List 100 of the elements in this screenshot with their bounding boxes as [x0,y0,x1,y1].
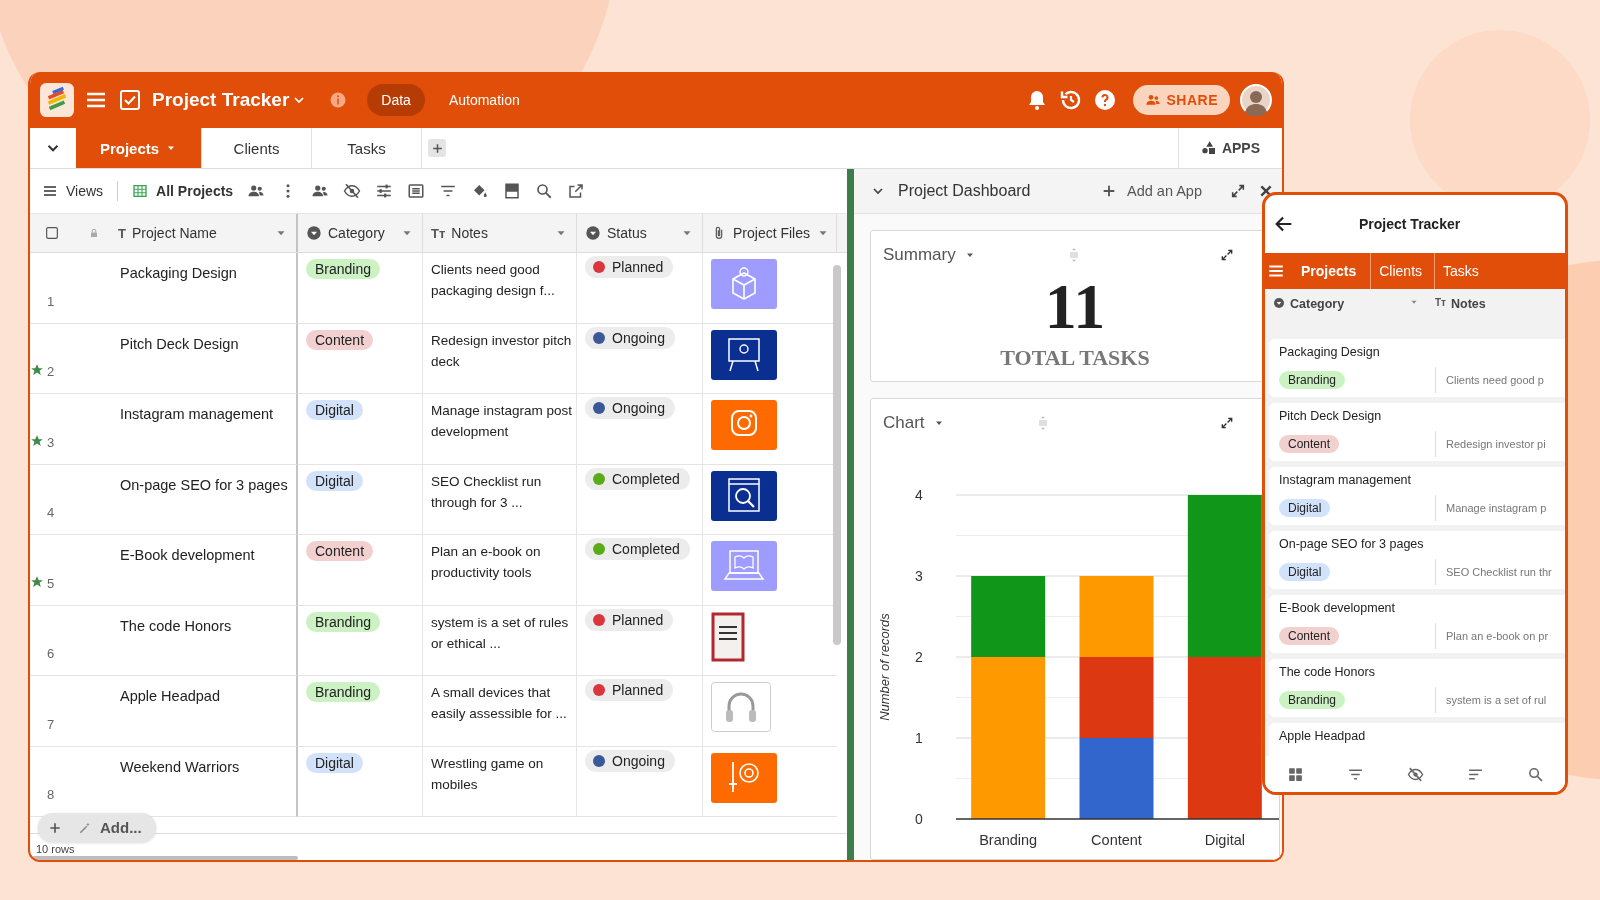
axis-title: Number of records [877,613,892,721]
record-card[interactable]: On-page SEO for 3 pages Digital SEO Checklist run thr [1269,531,1565,589]
column-header[interactable]: Category [298,214,423,252]
grid-icon[interactable] [1286,765,1304,783]
search-icon[interactable] [535,182,554,200]
search-icon[interactable] [1526,765,1544,783]
record-card[interactable]: Packaging Design Branding Clients need good p [1269,339,1565,397]
table-tab[interactable]: Projects [76,128,202,168]
camera-thumbnail[interactable] [711,400,777,450]
axis-tick-label: 4 [915,487,923,503]
scrollbar[interactable] [30,856,298,860]
avatar[interactable] [1240,84,1272,116]
record-card[interactable]: Pitch Deck Design Content Redesign investor pi [1269,403,1565,461]
checkbox-icon[interactable] [44,225,60,241]
category-tag: Branding [306,259,381,279]
record-card[interactable]: Apple Headpad [1269,723,1565,756]
add-app-button[interactable]: Add an App [1101,183,1202,199]
table-cell: Manage instagram post development [423,394,577,465]
axis-tick-label: 0 [915,811,923,827]
table-cell: Apple Headpad [110,676,298,747]
book-cover-thumbnail[interactable] [711,611,745,662]
add-tab-button[interactable] [428,139,446,157]
record-title: The code Honors [1279,665,1376,679]
status-label: Planned [612,259,664,275]
summary-label: TOTAL TASKS [999,345,1151,371]
table-cell: Pitch Deck Design [110,323,298,394]
table-cell: Wrestling game on mobiles [423,746,577,817]
record-title: Apple Headpad [1279,729,1367,743]
add-record-button[interactable]: Add... [38,813,156,842]
row-height-icon[interactable] [503,182,522,200]
mobile-tab[interactable]: Tasks [1435,253,1491,289]
category-tag: Branding [306,611,381,632]
record-notes: Clients need good p [1445,374,1544,386]
column-header[interactable]: Project Files [703,214,837,252]
expand-icon[interactable] [1220,248,1234,262]
hide-icon[interactable] [1406,765,1424,783]
plus-icon [430,141,444,155]
table-cell: Redesign investor pitch deck [423,323,577,394]
table-cell: On-page SEO for 3 pages [110,464,298,535]
field-type-icon [1273,297,1285,309]
views-button[interactable]: Views [42,183,104,199]
view-selector[interactable]: All Projects [132,183,234,199]
record-title: On-page SEO for 3 pages [1279,537,1425,551]
expand-icon[interactable] [1230,183,1246,199]
widget-menu[interactable]: Chart [883,413,945,433]
axis-category-label: Digital [1204,832,1245,848]
app-title[interactable]: Project Tracker [152,89,308,111]
record-card[interactable]: The code Honors Branding system is a set of rul [1269,659,1565,717]
magnifier-thumbnail[interactable] [711,470,777,521]
column-header[interactable]: Category [1265,289,1427,339]
help-icon[interactable] [1093,88,1118,112]
table-cell: E-Book development [110,535,298,606]
menu-icon [42,183,58,199]
app-logo[interactable] [40,83,74,117]
field-type-icon: T [118,225,126,241]
nav-tab[interactable]: Automation [434,84,534,116]
status-label: Ongoing [612,752,665,769]
hide-icon[interactable] [343,182,362,200]
category-tag: Digital [306,470,363,491]
sliders-icon[interactable] [375,182,394,200]
people-icon [1145,92,1162,108]
expand-icon[interactable] [1220,416,1234,430]
list-icon[interactable] [407,182,426,200]
table-tab[interactable]: Clients [202,128,312,168]
checkbox-icon[interactable] [118,88,142,112]
column-header[interactable]: T Project Name [110,214,298,252]
record-notes: Redesign investor pi [1445,438,1546,450]
close-icon[interactable] [1258,183,1274,199]
column-title: Category [328,225,386,241]
field-type-icon: Tт [1435,297,1446,308]
column-title: Notes [451,225,489,241]
category-tag: Content [1279,627,1340,645]
nav-tab[interactable]: Data [367,84,425,116]
column-header[interactable]: Tт Notes [1427,289,1486,339]
apps-button[interactable]: APPS [1177,128,1282,168]
record-notes: Manage instagram p [1445,502,1547,514]
box-thumbnail[interactable] [711,259,777,309]
headphones-thumbnail[interactable] [711,682,771,732]
record-notes: Plan an e-book on pr [1445,630,1549,642]
sword-shield-thumbnail[interactable] [711,752,777,803]
laptop-book-thumbnail[interactable] [711,541,777,591]
table-cell: A small devices that easily assessible for ... [423,676,577,747]
record-card[interactable]: E-Book development Content Plan an e-book on pr [1269,595,1565,653]
star-icon[interactable] [30,574,44,589]
share-icon[interactable] [567,182,586,200]
star-icon[interactable] [30,433,44,448]
presentation-board-thumbnail[interactable] [711,329,777,380]
paint-bucket-icon[interactable] [471,182,490,200]
record-card[interactable]: Instagram management Digital Manage instagram p [1269,467,1565,525]
field-type-icon [306,225,322,241]
star-icon[interactable] [30,363,44,377]
category-tag: Branding [306,682,381,702]
column-header[interactable]: Tт Notes [423,214,577,252]
scrollbar[interactable] [833,265,841,645]
summary-value: 11 [1043,277,1107,337]
axis-category-label: Content [1091,832,1142,848]
column-header[interactable]: Status [577,214,703,252]
widget-menu[interactable]: Summary [883,245,976,265]
column-title: Notes [1451,297,1486,311]
table-tab[interactable]: Tasks [312,128,422,168]
